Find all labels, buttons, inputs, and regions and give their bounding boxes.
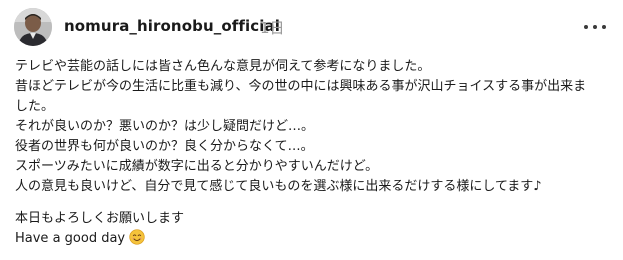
profile-photo-icon	[14, 8, 52, 46]
post-username[interactable]: nomura_hironobu_official	[64, 17, 280, 35]
post-body-line: 昔ほどテレビが今の生活に比重も減り、今の世の中には興味ある事が沢山チョイスする事…	[15, 79, 587, 94]
post-closing-text: Have a good day	[15, 231, 126, 246]
more-options-button[interactable]	[584, 22, 606, 32]
post-card: nomura_hironobu_official 1日 テレビや芸能の話しには皆…	[0, 0, 623, 260]
smiling-face-emoji-icon	[129, 229, 145, 245]
post-body-line: スポーツみたいに成績が数字に出ると分かりやすいんだけど。	[15, 159, 379, 174]
post-body-line: それが良いのか？悪いのか？は少し疑問だけど…。	[15, 119, 315, 134]
post-closing-line: 本日もよろしくお願いします	[15, 211, 185, 226]
post-body-line: テレビや芸能の話しには皆さん色んな意見が伺えて参考になりました。	[15, 59, 431, 74]
post-body-line: した。	[15, 99, 55, 114]
post-body-line: 役者の世界も何が良いのか？良く分からなくて…。	[15, 139, 314, 154]
post-body-line: 人の意見も良いけど、自分で見て感じて良いものを選ぶ様に出来るだけする様にしてます…	[15, 179, 542, 194]
more-horizontal-icon	[584, 25, 588, 29]
post-body: テレビや芸能の話しには皆さん色んな意見が伺えて参考になりました。 昔ほどテレビが…	[15, 57, 611, 249]
avatar[interactable]	[14, 8, 52, 46]
more-horizontal-icon-dot	[593, 25, 597, 29]
post-closing-line-with-emoji: Have a good day	[15, 229, 611, 249]
more-horizontal-icon-dot	[602, 25, 606, 29]
post-timestamp: 1日	[260, 19, 285, 37]
